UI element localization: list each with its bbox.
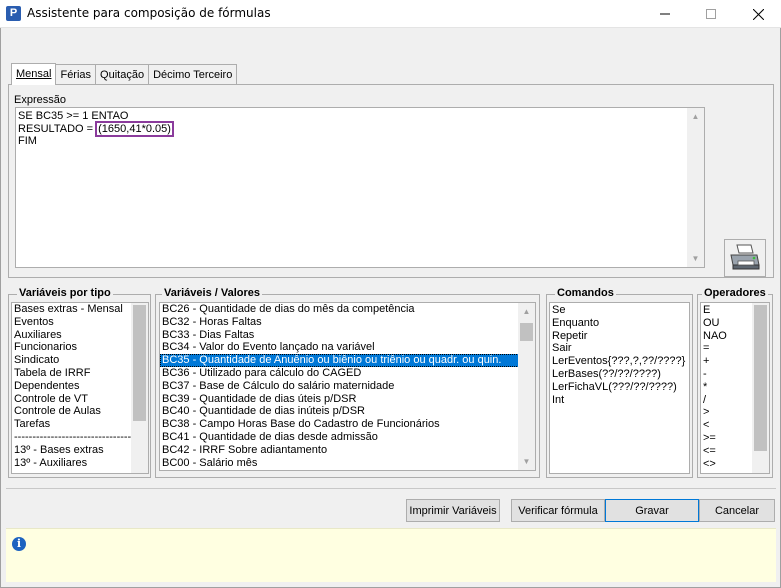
comando-item[interactable]: Repetir: [550, 330, 689, 343]
scroll-up-icon[interactable]: ▲: [687, 108, 704, 125]
list-variaveis-por-tipo[interactable]: Bases extras - Mensal Eventos Auxiliares Fu…: [11, 302, 149, 474]
tipo-item[interactable]: Controle de VT: [12, 393, 148, 406]
tab-quitacao[interactable]: Quitação: [95, 64, 150, 85]
tipo-item[interactable]: Auxiliares: [12, 329, 148, 342]
separator: [6, 488, 776, 489]
list-operadores[interactable]: E OU NAO = + - * / > < >= <= <>: [700, 302, 770, 474]
highlighted-value: (1650,41*0.05): [95, 120, 174, 137]
tipo-item[interactable]: -----------------------------------: [12, 431, 148, 444]
variaveis-scroll-thumb[interactable]: [520, 323, 533, 341]
tipos-scroll-thumb[interactable]: [133, 305, 146, 421]
group-title-variaveis-por-tipo: Variáveis por tipo: [17, 287, 113, 299]
tipo-item[interactable]: 13º - Auxiliares: [12, 457, 148, 470]
variavel-item[interactable]: BC33 - Dias Faltas: [160, 329, 535, 342]
variaveis-scrollbar[interactable]: ▲ ▼: [518, 303, 535, 470]
variavel-item[interactable]: BC41 - Quantidade de dias desde admissão: [160, 431, 535, 444]
print-expression-button[interactable]: [724, 239, 766, 277]
expression-editor[interactable]: SE BC35 >= 1 ENTAO RESULTADO = (1650,41*…: [15, 107, 705, 268]
scroll-up-icon[interactable]: ▲: [518, 303, 535, 320]
minimize-icon: [660, 13, 670, 15]
tipos-scrollbar[interactable]: [131, 303, 148, 473]
expression-scrollbar[interactable]: ▲ ▼: [687, 108, 704, 267]
variavel-item[interactable]: BC00 - Salário mês: [160, 457, 535, 470]
app-icon: P: [6, 6, 21, 21]
tipo-item[interactable]: Funcionarios: [12, 341, 148, 354]
tipo-item[interactable]: Dependentes: [12, 380, 148, 393]
comando-item[interactable]: Int: [550, 394, 689, 407]
status-area: i: [6, 528, 776, 582]
variavel-item[interactable]: BC38 - Campo Horas Base do Cadastro de F…: [160, 418, 535, 431]
info-icon: i: [12, 537, 26, 551]
variavel-item[interactable]: BC36 - Utilizado para cálculo do CAGED: [160, 367, 535, 380]
tipo-item[interactable]: Eventos: [12, 316, 148, 329]
variavel-item[interactable]: BC42 - IRRF Sobre adiantamento: [160, 444, 535, 457]
operadores-scrollbar[interactable]: [752, 303, 769, 473]
tab-mensal[interactable]: Mensal: [11, 63, 57, 85]
expression-label: Expressão: [14, 94, 66, 106]
title-bar[interactable]: P Assistente para composição de fórmulas: [0, 0, 781, 28]
group-title-operadores: Operadores: [702, 287, 768, 299]
verificar-formula-button[interactable]: Verificar fórmula: [511, 499, 605, 522]
comando-item[interactable]: LerEventos{???,?,??/????}: [550, 355, 689, 368]
tab-decimo-terceiro[interactable]: Décimo Terceiro: [148, 64, 238, 85]
expression-line-3: FIM: [18, 135, 37, 147]
variavel-item[interactable]: BC32 - Horas Faltas: [160, 316, 535, 329]
group-title-comandos: Comandos: [555, 287, 616, 299]
operadores-scroll-thumb[interactable]: [754, 305, 767, 451]
tab-strip: Mensal Férias Quitação Décimo Terceiro: [11, 63, 238, 85]
window-title: Assistente para composição de fórmulas: [27, 6, 271, 20]
imprimir-variaveis-button[interactable]: Imprimir Variáveis: [406, 499, 500, 522]
tipo-item[interactable]: Bases extras - Mensal: [12, 303, 148, 316]
maximize-button[interactable]: [688, 0, 734, 28]
close-button[interactable]: [735, 0, 781, 28]
cancelar-button[interactable]: Cancelar: [699, 499, 775, 522]
tipo-item[interactable]: Sindicato: [12, 354, 148, 367]
comando-item[interactable]: Enquanto: [550, 317, 689, 330]
scroll-down-icon[interactable]: ▼: [518, 453, 535, 470]
comando-item[interactable]: LerFichaVL(???/??/????): [550, 381, 689, 394]
variavel-item[interactable]: BC37 - Base de Cálculo do salário matern…: [160, 380, 535, 393]
tipo-item[interactable]: Tarefas: [12, 418, 148, 431]
minimize-button[interactable]: [642, 0, 688, 28]
scroll-down-icon[interactable]: ▼: [687, 250, 704, 267]
close-icon: [752, 8, 764, 20]
list-variaveis-valores[interactable]: BC26 - Quantidade de dias do mês da comp…: [159, 302, 536, 471]
gravar-button[interactable]: Gravar: [605, 499, 699, 522]
expression-line-2: RESULTADO =: [18, 122, 97, 135]
list-comandos[interactable]: Se Enquanto Repetir Sair LerEventos{???,?,??…: [549, 302, 690, 474]
comando-item[interactable]: Se: [550, 304, 689, 317]
printer-icon: [730, 244, 760, 270]
group-title-variaveis-valores: Variáveis / Valores: [162, 287, 263, 299]
variavel-item[interactable]: BC40 - Quantidade de dias inúteis p/DSR: [160, 405, 535, 418]
tipo-item[interactable]: Tabela de IRRF: [12, 367, 148, 380]
variavel-item[interactable]: BC39 - Quantidade de dias úteis p/DSR: [160, 393, 535, 406]
comando-item[interactable]: Sair: [550, 342, 689, 355]
tab-ferias[interactable]: Férias: [55, 64, 97, 85]
variavel-item[interactable]: BC35 - Quantidade de Anuênio ou biênio o…: [160, 354, 535, 367]
tipo-item[interactable]: 13º - Bases extras: [12, 444, 148, 457]
expression-text[interactable]: SE BC35 >= 1 ENTAO RESULTADO = (1650,41*…: [18, 110, 174, 148]
tipo-item[interactable]: Controle de Aulas: [12, 405, 148, 418]
comando-item[interactable]: LerBases(??/??/????): [550, 368, 689, 381]
variavel-item[interactable]: BC34 - Valor do Evento lançado na variáv…: [160, 341, 535, 354]
maximize-icon: [706, 9, 716, 19]
variavel-item[interactable]: BC26 - Quantidade de dias do mês da comp…: [160, 303, 535, 316]
